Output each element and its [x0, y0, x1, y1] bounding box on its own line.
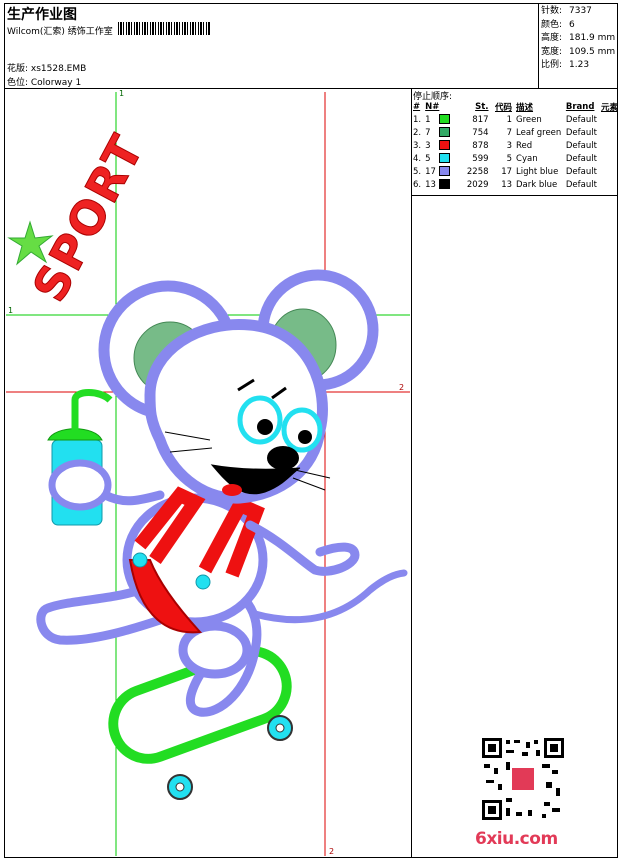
left-arm — [100, 490, 165, 506]
straw — [71, 389, 113, 430]
left-hand — [48, 459, 112, 511]
wheel-back-hub — [175, 782, 185, 792]
tongue — [222, 484, 242, 496]
guide-label-green-top: 1 — [119, 89, 124, 98]
cup-lid — [47, 428, 103, 441]
qr-center-logo — [510, 766, 536, 792]
watermark: 6xiu.com — [475, 829, 558, 849]
guide-label-red-bottom: 2 — [329, 847, 334, 856]
right-pupil — [298, 430, 312, 444]
button-left — [132, 552, 148, 568]
nose — [267, 446, 299, 470]
sport-text: SPORT — [22, 125, 155, 310]
right-eye — [281, 407, 323, 453]
embroidery-canvas: SPORT 1 1 2 2 — [6, 89, 410, 856]
wheel-front-hub — [275, 723, 285, 733]
tail — [244, 569, 408, 624]
qr-code — [482, 738, 564, 820]
left-eye — [237, 395, 283, 445]
button-right — [195, 574, 211, 590]
guide-label-green-left: 1 — [8, 306, 13, 315]
guide-label-red-right: 2 — [399, 383, 404, 392]
left-pupil — [257, 419, 273, 435]
